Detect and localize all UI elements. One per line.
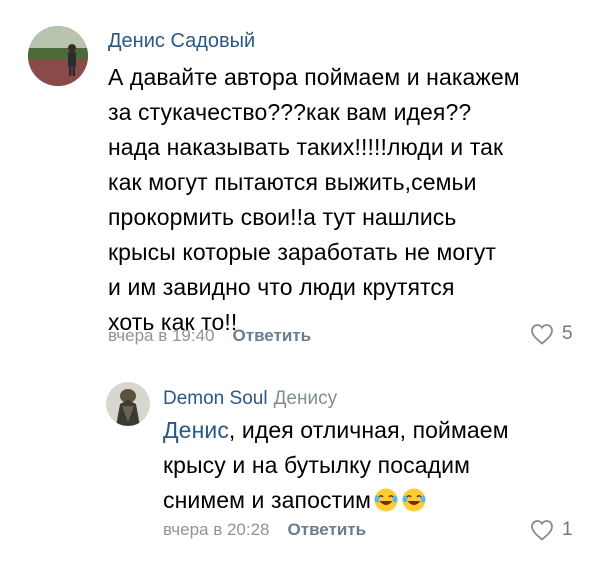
comment-line: Денис, идея отличная, поймаем (163, 413, 583, 448)
like-count: 5 (562, 323, 573, 344)
comment-meta: вчера в 19:40 Ответить (108, 326, 311, 346)
comment-text: Денис, идея отличная, поймаем крысу и на… (163, 413, 583, 518)
comment-line: А давайте автора поймаем и накажем (108, 64, 520, 90)
like-button[interactable]: 5 (530, 323, 573, 345)
comment-line: прокормить свои!!а тут нашлись (108, 204, 457, 230)
like-count: 1 (562, 519, 573, 540)
comment-line: крысу и на бутылку посадим (163, 452, 470, 478)
laughing-tears-emoji (401, 487, 427, 513)
reply-to[interactable]: Денису (274, 388, 338, 409)
avatar[interactable] (106, 382, 150, 426)
avatar-image (28, 26, 88, 86)
comment-line: как могут пытаются выжить,семьи (108, 169, 477, 195)
comment-author[interactable]: Demon Soul (163, 388, 268, 409)
like-button[interactable]: 1 (530, 519, 573, 541)
reply-button[interactable]: Ответить (233, 326, 312, 345)
reply-header: Demon Soul Денису (163, 388, 337, 410)
comment-text: А давайте автора поймаем и накажем за ст… (108, 60, 578, 340)
comment-author[interactable]: Денис Садовый (108, 30, 255, 53)
comment-time[interactable]: вчера в 19:40 (108, 326, 215, 345)
comment-line: снимем и запостим (163, 483, 583, 518)
comment-line: за стукачество???как вам идея?? (108, 99, 472, 125)
reply-button[interactable]: Ответить (288, 520, 367, 539)
mention-link[interactable]: Денис (163, 417, 229, 443)
comment-line: крысы которые заработать не могут (108, 239, 497, 265)
comment-line: нада наказывать таких!!!!!люди и так (108, 134, 504, 160)
comment-line-text: снимем и запостим (163, 487, 372, 513)
comment-meta: вчера в 20:28 Ответить (163, 520, 366, 540)
avatar[interactable] (28, 26, 88, 86)
comment-time[interactable]: вчера в 20:28 (163, 520, 270, 539)
comment-line: и им завидно что люди крутятся (108, 274, 455, 300)
heart-icon (531, 520, 553, 541)
laughing-tears-emoji (373, 487, 399, 513)
avatar-image (106, 382, 150, 426)
comment-line-text: , идея отличная, поймаем (228, 417, 509, 443)
heart-icon (531, 324, 553, 345)
comment: Денис Садовый А давайте автора поймаем и… (0, 0, 600, 360)
